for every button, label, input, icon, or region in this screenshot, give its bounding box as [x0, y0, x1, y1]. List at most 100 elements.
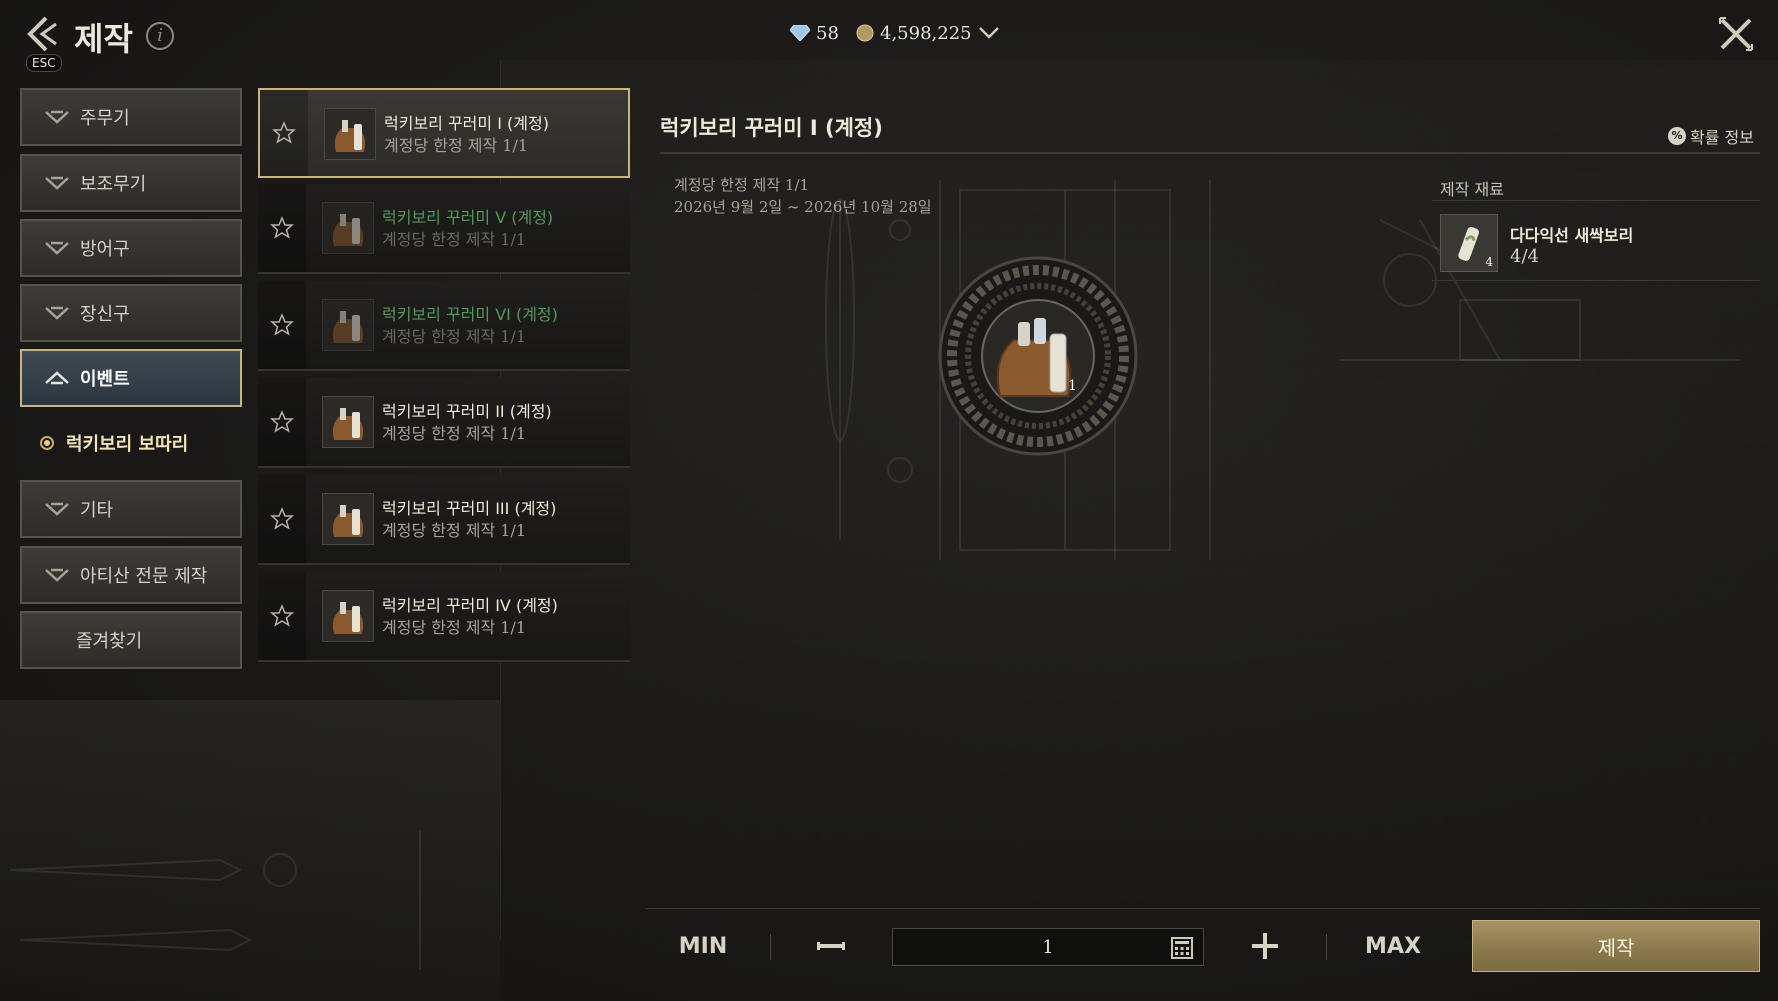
recipe-item[interactable]: 럭키보리 꾸러미 IV (계정) 계정당 한정 제작 1/1: [258, 572, 630, 662]
quantity-input[interactable]: [893, 929, 1203, 965]
detail-period: 2026년 9월 2일 ~ 2026년 10월 28일: [674, 198, 932, 216]
lucky-bundle-thumb-icon: [322, 396, 374, 448]
subcategory-label: 럭키보리 보따리: [66, 434, 189, 455]
selected-dot-icon: [40, 436, 54, 450]
category-label: 주무기: [80, 108, 130, 129]
recipe-limit: 계정당 한정 제작 1/1: [382, 327, 527, 346]
category-label: 방어구: [80, 239, 130, 260]
quantity-field[interactable]: [892, 928, 1204, 966]
divider: [1432, 280, 1760, 281]
max-button[interactable]: MAX: [1350, 924, 1436, 968]
recipe-limit: 계정당 한정 제작 1/1: [382, 424, 527, 443]
recipe-name: 럭키보리 꾸러미 III (계정): [382, 499, 557, 518]
chevron-down-icon: [45, 241, 69, 255]
percent-icon: %: [1668, 127, 1686, 145]
favorite-star-icon[interactable]: [258, 572, 306, 660]
chevron-down-icon: [45, 502, 69, 516]
recipe-item[interactable]: 럭키보리 꾸러미 V (계정) 계정당 한정 제작 1/1: [258, 184, 630, 274]
category-label: 보조무기: [80, 174, 147, 195]
min-button[interactable]: MIN: [660, 924, 746, 968]
gem-amount: 58: [816, 22, 839, 44]
sword-illustration: [9, 830, 421, 970]
category-label: 아티산 전문 제작: [80, 566, 208, 587]
lucky-bundle-thumb-icon: [322, 493, 374, 545]
category-armor[interactable]: 방어구: [20, 219, 242, 277]
divider: [1326, 934, 1327, 960]
gem-currency: 58: [790, 20, 839, 46]
minus-icon: [817, 942, 845, 950]
result-count: 1: [1068, 378, 1077, 394]
page-title: 제작: [74, 20, 133, 58]
divider: [660, 152, 1760, 154]
recipe-item[interactable]: 럭키보리 꾸러미 VI (계정) 계정당 한정 제작 1/1: [258, 281, 630, 371]
category-artisan[interactable]: 아티산 전문 제작: [20, 546, 242, 604]
close-icon[interactable]: [1716, 14, 1756, 54]
increment-button[interactable]: [1230, 924, 1300, 968]
favorite-star-icon[interactable]: [258, 281, 306, 369]
recipe-name: 럭키보리 꾸러미 VI (계정): [382, 305, 558, 324]
recipe-item[interactable]: 럭키보리 꾸러미 II (계정) 계정당 한정 제작 1/1: [258, 378, 630, 468]
category-secondary-weapon[interactable]: 보조무기: [20, 154, 242, 212]
decrement-button[interactable]: [796, 924, 866, 968]
recipe-limit: 계정당 한정 제작 1/1: [382, 521, 527, 540]
subcategory-lucky-barley[interactable]: 럭키보리 보따리: [40, 430, 188, 456]
plus-icon: [1252, 933, 1278, 959]
chevron-down-icon: [45, 176, 69, 190]
recipe-limit: 계정당 한정 제작 1/1: [382, 618, 527, 637]
favorite-star-icon[interactable]: [258, 378, 306, 466]
catapult-illustration: [1340, 219, 1740, 361]
recipe-item[interactable]: 럭키보리 꾸러미 III (계정) 계정당 한정 제작 1/1: [258, 475, 630, 565]
detail-title: 럭키보리 꾸러미 I (계정): [660, 116, 883, 140]
calculator-icon[interactable]: [1171, 937, 1193, 959]
chevron-up-icon: [45, 371, 69, 385]
favorite-star-icon[interactable]: [258, 475, 306, 563]
divider: [1432, 200, 1760, 201]
divider: [646, 908, 1760, 909]
info-icon[interactable]: i: [146, 22, 174, 50]
odds-label: 확률 정보: [1690, 128, 1754, 147]
gold-amount: 4,598,225: [880, 22, 972, 44]
material-badge: 4: [1485, 255, 1493, 269]
material-name: 다다익선 새싹보리: [1510, 226, 1634, 245]
craft-label: 제작: [1597, 935, 1635, 960]
result-item-medallion: [938, 256, 1138, 456]
materials-header: 제작 재료: [1440, 180, 1504, 199]
barley-sprout-icon[interactable]: 4: [1440, 214, 1498, 272]
recipe-limit: 계정당 한정 제작 1/1: [384, 136, 529, 155]
chevron-down-icon: [45, 568, 69, 582]
recipe-item[interactable]: 럭키보리 꾸러미 I (계정) 계정당 한정 제작 1/1: [258, 88, 630, 178]
diamond-icon: [790, 25, 810, 41]
recipe-name: 럭키보리 꾸러미 V (계정): [382, 208, 554, 227]
coin-icon: [856, 24, 874, 42]
lucky-bundle-thumb-icon: [322, 299, 374, 351]
category-label: 장신구: [80, 304, 130, 325]
category-label: 즐겨찾기: [76, 631, 143, 652]
recipe-name: 럭키보리 꾸러미 II (계정): [382, 402, 552, 421]
recipe-limit: 계정당 한정 제작 1/1: [382, 230, 527, 249]
gold-currency: 4,598,225: [856, 20, 1000, 46]
lucky-bundle-thumb-icon: [322, 590, 374, 642]
odds-info-link[interactable]: % 확률 정보: [1668, 124, 1754, 148]
category-other[interactable]: 기타: [20, 480, 242, 538]
chevron-down-icon[interactable]: [978, 26, 1000, 40]
category-favorites[interactable]: 즐겨찾기: [20, 611, 242, 669]
lucky-bundle-thumb-icon: [322, 202, 374, 254]
lucky-bundle-thumb-icon: [324, 108, 376, 160]
recipe-name: 럭키보리 꾸러미 IV (계정): [382, 596, 558, 615]
chevron-down-icon: [45, 110, 69, 124]
chevron-down-icon: [45, 306, 69, 320]
category-label: 기타: [80, 500, 114, 521]
divider: [770, 934, 771, 960]
category-accessory[interactable]: 장신구: [20, 284, 242, 342]
back-arrow-icon[interactable]: [22, 14, 64, 56]
category-event[interactable]: 이벤트: [20, 349, 242, 407]
favorite-star-icon[interactable]: [258, 184, 306, 272]
craft-button[interactable]: 제작: [1472, 920, 1760, 972]
category-label: 이벤트: [80, 369, 130, 390]
material-qty: 4/4: [1510, 246, 1539, 267]
detail-limit: 계정당 한정 제작 1/1: [674, 176, 810, 194]
recipe-name: 럭키보리 꾸러미 I (계정): [384, 114, 549, 133]
esc-badge: ESC: [26, 54, 62, 72]
category-primary-weapon[interactable]: 주무기: [20, 88, 242, 146]
favorite-star-icon[interactable]: [260, 90, 308, 176]
